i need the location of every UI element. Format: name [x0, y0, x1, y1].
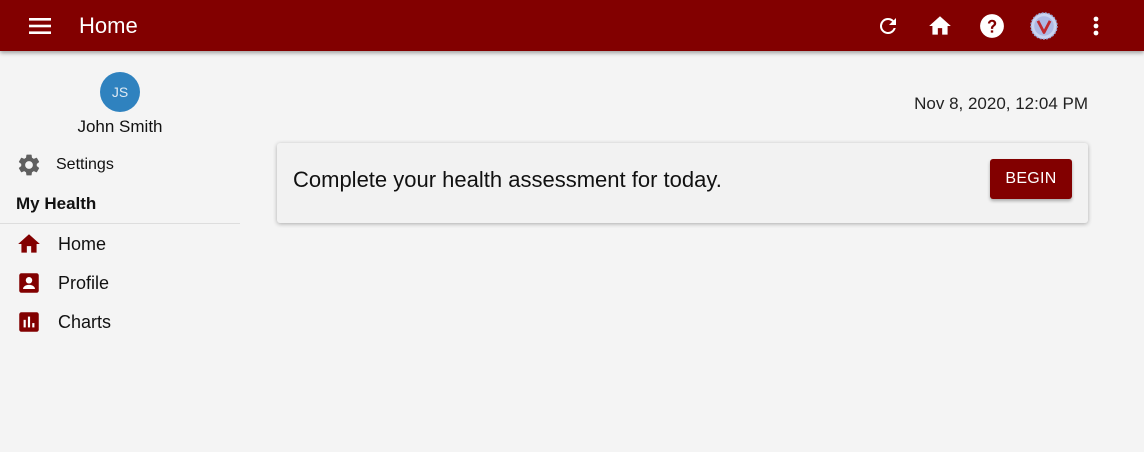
- begin-button[interactable]: BEGIN: [990, 159, 1072, 199]
- home-icon[interactable]: [926, 12, 954, 40]
- sidebar-item-label: Home: [58, 233, 107, 254]
- profile-icon: [16, 270, 42, 296]
- user-name: John Smith: [77, 117, 163, 136]
- assessment-card: Complete your health assessment for toda…: [277, 143, 1088, 223]
- timestamp: Nov 8, 2020, 12:04 PM: [914, 94, 1088, 113]
- help-icon[interactable]: [978, 12, 1006, 40]
- settings-label: Settings: [56, 156, 114, 173]
- refresh-icon[interactable]: [874, 12, 902, 40]
- settings-link[interactable]: Settings: [16, 152, 114, 178]
- sidebar-item-profile[interactable]: Profile: [16, 269, 109, 297]
- avatar[interactable]: JS: [100, 72, 140, 112]
- menu-icon[interactable]: [26, 13, 54, 39]
- page-title: Home: [79, 13, 138, 38]
- more-vert-icon[interactable]: [1082, 12, 1110, 40]
- section-title-my-health: My Health: [16, 194, 97, 213]
- sidebar-item-label: Charts: [58, 311, 112, 332]
- app-logo-icon[interactable]: [1030, 11, 1058, 40]
- home-icon: [16, 231, 42, 257]
- assessment-message: Complete your health assessment for toda…: [293, 167, 722, 192]
- sidebar-item-charts[interactable]: Charts: [16, 308, 111, 336]
- sidebar-item-home[interactable]: Home: [16, 230, 106, 258]
- chart-icon: [16, 309, 42, 335]
- appbar-actions: [874, 0, 1110, 51]
- app-bar: Home: [0, 0, 1144, 51]
- sidebar-divider: [0, 223, 240, 224]
- sidebar: JS John Smith Settings My Health Home Pr…: [0, 51, 240, 452]
- gear-icon: [16, 152, 42, 178]
- sidebar-item-label: Profile: [58, 272, 110, 293]
